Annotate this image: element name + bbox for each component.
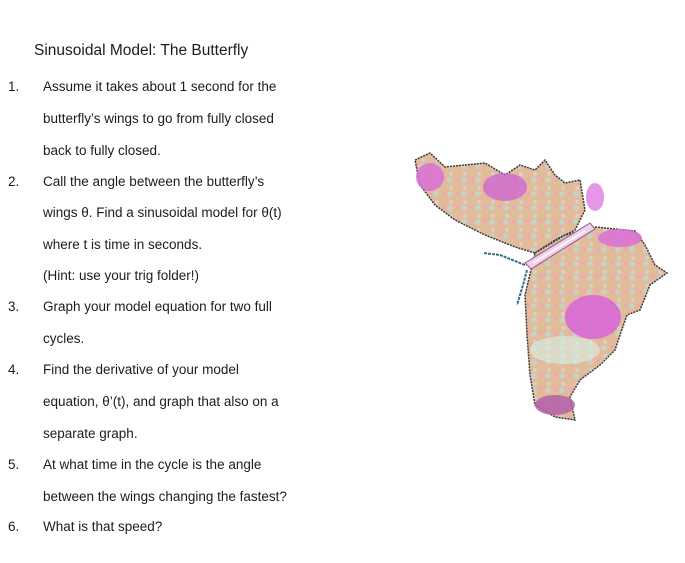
list-item-line: What is that speed?: [43, 519, 163, 534]
list-number: 2.: [8, 174, 20, 189]
list-item-line: wings θ. Find a sinusoidal model for θ(t…: [43, 205, 282, 220]
list-number: 3.: [8, 299, 20, 314]
list-item-line: butterfly’s wings to go from fully close…: [43, 111, 274, 126]
list-number: 4.: [8, 362, 20, 377]
list-number: 1.: [8, 79, 20, 94]
document-title: Sinusoidal Model: The Butterfly: [34, 42, 249, 59]
list-item-line: separate graph.: [43, 426, 138, 441]
list-item-line: where t is time in seconds.: [43, 237, 203, 252]
butterfly-image: [414, 152, 669, 421]
list-item-line: Call the angle between the butterfly’s: [43, 174, 265, 189]
antenna: [482, 252, 526, 266]
list-item-line: between the wings changing the fastest?: [43, 489, 287, 504]
list-item-line: equation, θ’(t), and graph that also on …: [43, 394, 279, 409]
list-item-line: back to fully closed.: [43, 143, 161, 158]
list-item-line: Assume it takes about 1 second for the: [43, 79, 277, 94]
list-number: 5.: [8, 457, 20, 472]
list-number: 6.: [8, 519, 20, 534]
list-item-line: Graph your model equation for two full: [43, 299, 272, 314]
list-item-line: At what time in the cycle is the angle: [43, 457, 262, 472]
list-item-line: (Hint: use your trig folder!): [43, 268, 200, 283]
list-item-line: cycles.: [43, 331, 85, 346]
list-item-line: Find the derivative of your model: [43, 362, 239, 377]
